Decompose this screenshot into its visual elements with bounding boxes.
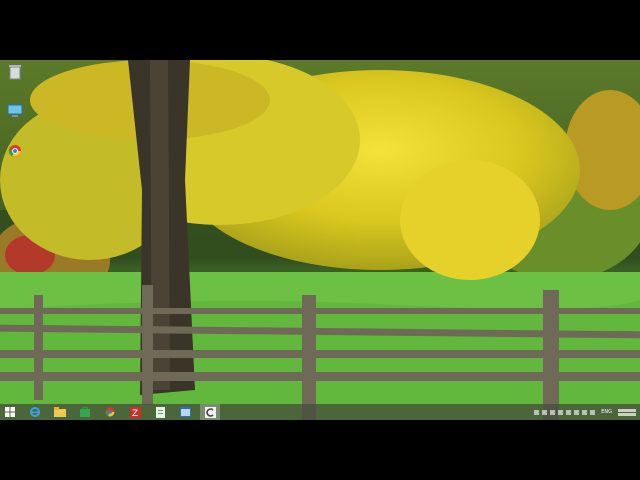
tray-icon[interactable] <box>550 409 556 415</box>
taskbar-filezilla[interactable]: Z <box>125 404 145 420</box>
chrome-icon <box>8 145 21 157</box>
network-icon[interactable] <box>582 409 588 415</box>
internet-explorer-icon <box>30 407 40 417</box>
taskbar-ie[interactable] <box>25 404 45 420</box>
wallpaper <box>0 60 640 420</box>
clock[interactable] <box>618 408 636 416</box>
taskbar-active-app[interactable] <box>200 404 220 420</box>
recycle-bin-icon <box>9 65 21 80</box>
desktop-screen: Z ENG <box>0 60 640 420</box>
chrome-icon <box>105 407 115 417</box>
tray-icon[interactable] <box>558 409 564 415</box>
language-indicator[interactable]: ENG <box>601 409 612 415</box>
store-icon <box>80 407 90 417</box>
clock-date <box>618 412 636 416</box>
taskbar-notepad[interactable] <box>150 404 170 420</box>
start-button[interactable] <box>0 404 20 420</box>
tray-icon[interactable] <box>574 409 580 415</box>
tray-icon[interactable] <box>542 409 548 415</box>
computer-shortcut[interactable] <box>2 104 28 138</box>
taskbar-app[interactable] <box>175 404 195 420</box>
taskbar-chrome[interactable] <box>100 404 120 420</box>
clock-time <box>618 408 636 412</box>
windows-logo-icon <box>5 407 15 417</box>
system-tray: ENG <box>534 404 640 420</box>
recycle-bin-shortcut[interactable] <box>2 64 28 98</box>
file-explorer-icon <box>54 407 66 417</box>
tray-icon[interactable] <box>534 409 540 415</box>
volume-icon[interactable] <box>590 409 596 415</box>
taskbar: Z ENG <box>0 404 640 420</box>
taskbar-explorer[interactable] <box>50 404 70 420</box>
svg-text:Z: Z <box>132 409 138 418</box>
window-icon <box>179 407 191 417</box>
chrome-shortcut[interactable] <box>2 144 28 178</box>
taskbar-store[interactable] <box>75 404 95 420</box>
document-icon <box>155 406 165 418</box>
tray-icon[interactable] <box>566 409 572 415</box>
c-app-icon <box>204 406 216 418</box>
filezilla-icon: Z <box>129 406 141 418</box>
computer-icon <box>7 104 23 117</box>
